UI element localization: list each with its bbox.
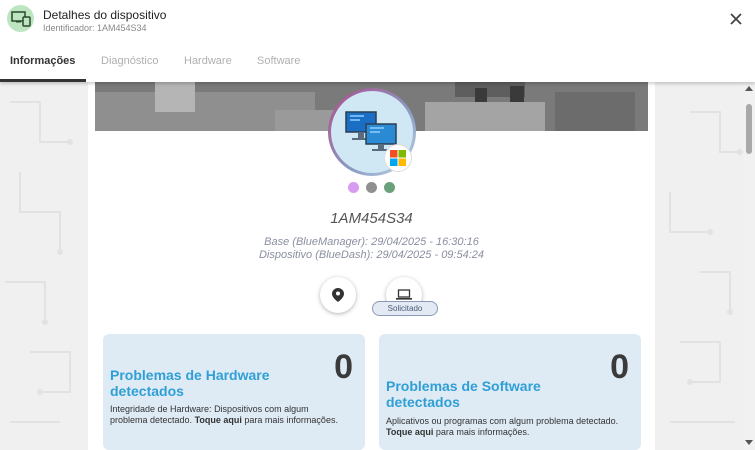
hardware-problems-desc: Integridade de Hardware: Dispositivos co… (110, 404, 338, 425)
windows-logo-icon (384, 144, 412, 172)
hardware-problems-card[interactable]: 0 Problemas de Hardware detectados Integ… (103, 334, 365, 450)
status-dot (384, 182, 395, 193)
scroll-up-arrow-icon[interactable] (745, 86, 753, 91)
active-tab-indicator (0, 79, 86, 82)
software-problems-count: 0 (610, 348, 629, 386)
hardware-problems-count: 0 (334, 348, 353, 386)
content-background: 1AM454S34 Base (BlueManager): 29/04/2025… (0, 82, 755, 450)
location-button[interactable] (320, 277, 356, 313)
hardware-problems-title: Problemas de Hardware detectados (110, 367, 270, 399)
status-dot (348, 182, 359, 193)
status-dot (366, 182, 377, 193)
device-info-card: 1AM454S34 Base (BlueManager): 29/04/2025… (88, 82, 655, 450)
device-id-label: 1AM454S34 (330, 210, 413, 227)
device-sync-text: Dispositivo (BlueDash): 29/04/2025 - 09:… (258, 249, 485, 261)
tab-diagnostico[interactable]: Diagnóstico (101, 55, 158, 67)
devices-icon (7, 5, 34, 32)
laptop-icon (396, 289, 412, 300)
device-identifier: Identificador: 1AM454S34 (43, 23, 147, 33)
status-badge: Solicitado (372, 301, 438, 316)
scroll-down-arrow-icon[interactable] (745, 440, 753, 445)
vertical-scrollbar[interactable] (743, 82, 755, 450)
dialog-header: Detalhes do dispositivo Identificador: 1… (0, 0, 755, 44)
tab-software[interactable]: Software (257, 55, 300, 67)
tab-bar: Informações Diagnóstico Hardware Softwar… (0, 44, 755, 82)
software-problems-title: Problemas de Software detectados (386, 378, 541, 410)
base-sync-text: Base (BlueManager): 29/04/2025 - 16:30:1… (264, 236, 479, 248)
software-problems-desc: Aplicativos ou programas com algum probl… (386, 416, 619, 437)
tab-hardware[interactable]: Hardware (184, 55, 232, 67)
tab-informacoes[interactable]: Informações (10, 55, 75, 67)
close-icon[interactable] (729, 12, 743, 26)
software-problems-card[interactable]: 0 Problemas de Software detectados Aplic… (379, 334, 641, 450)
dialog-title: Detalhes do dispositivo (43, 8, 167, 22)
map-pin-icon (332, 288, 344, 302)
status-dots (348, 182, 398, 194)
scroll-thumb[interactable] (746, 104, 752, 154)
